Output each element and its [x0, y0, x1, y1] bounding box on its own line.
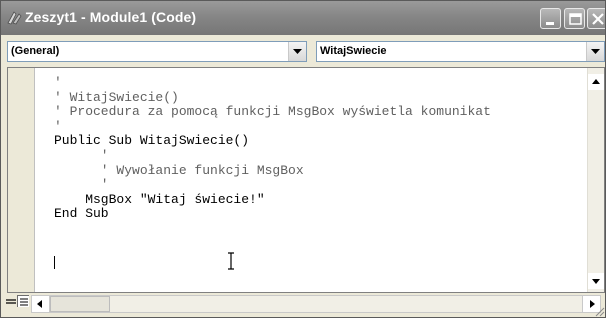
code-line[interactable]: Public Sub WitajSwiecie() — [54, 134, 491, 149]
code-line[interactable]: End Sub — [54, 207, 491, 222]
text-caret — [54, 256, 55, 269]
code-line[interactable]: ' — [54, 148, 491, 164]
code-line[interactable]: MsgBox "Witaj świecie!" — [54, 192, 491, 208]
code-editor[interactable]: ' ' WitajSwiecie() ' Procedura za pomocą f… — [7, 67, 605, 293]
combo-row: (General) WitajSwiecie — [1, 35, 605, 67]
code-line[interactable]: ' Procedura za pomocą funkcji MsgBox wyś… — [54, 105, 491, 120]
arrow-up-icon — [592, 79, 600, 84]
object-combo-dropdown[interactable] — [288, 42, 306, 61]
code-text[interactable]: ' ' WitajSwiecie() ' Procedura za pomocą f… — [54, 75, 491, 222]
procedure-combo-value: WitajSwiecie — [320, 45, 387, 57]
vertical-scrollbar[interactable] — [587, 68, 604, 292]
close-button[interactable] — [587, 8, 605, 29]
vba-module-icon — [5, 9, 23, 27]
code-line[interactable]: ' WitajSwiecie() — [54, 90, 491, 106]
arrow-down-icon — [592, 279, 600, 284]
procedure-combo-dropdown[interactable] — [586, 42, 604, 61]
maximize-button[interactable] — [564, 8, 585, 29]
chevron-down-icon — [293, 49, 302, 54]
horizontal-scrollbar[interactable] — [31, 295, 601, 313]
minimize-button[interactable] — [540, 8, 561, 29]
code-line[interactable]: ' — [54, 75, 491, 91]
procedure-view-icon[interactable] — [5, 296, 17, 308]
title-bar[interactable]: Zeszyt1 - Module1 (Code) — [1, 1, 605, 35]
scroll-down-button[interactable] — [588, 273, 604, 289]
code-line[interactable]: ' — [54, 119, 491, 135]
object-combo[interactable]: (General) — [7, 41, 307, 62]
bottom-bar — [1, 293, 605, 317]
code-line[interactable]: ' Wywołanie funkcji MsgBox — [54, 163, 491, 179]
horizontal-scroll-thumb[interactable] — [50, 296, 110, 312]
code-window: Zeszyt1 - Module1 (Code) (General) Witaj… — [0, 0, 606, 318]
resize-grip-icon[interactable] — [593, 305, 605, 317]
arrow-left-icon — [37, 300, 42, 308]
window-title: Zeszyt1 - Module1 (Code) — [25, 9, 197, 25]
minimize-icon — [546, 22, 554, 25]
maximize-icon — [569, 13, 582, 25]
object-combo-value: (General) — [11, 45, 60, 57]
margin-indicator-bar[interactable] — [8, 68, 35, 292]
procedure-combo[interactable]: WitajSwiecie — [316, 41, 605, 62]
full-module-view-icon[interactable] — [17, 295, 29, 307]
chevron-down-icon — [591, 49, 600, 54]
close-icon — [592, 13, 604, 25]
scroll-up-button[interactable] — [588, 74, 604, 90]
code-line[interactable]: ' — [54, 178, 491, 193]
ibeam-cursor-icon — [228, 252, 234, 270]
scroll-left-button[interactable] — [32, 296, 50, 312]
